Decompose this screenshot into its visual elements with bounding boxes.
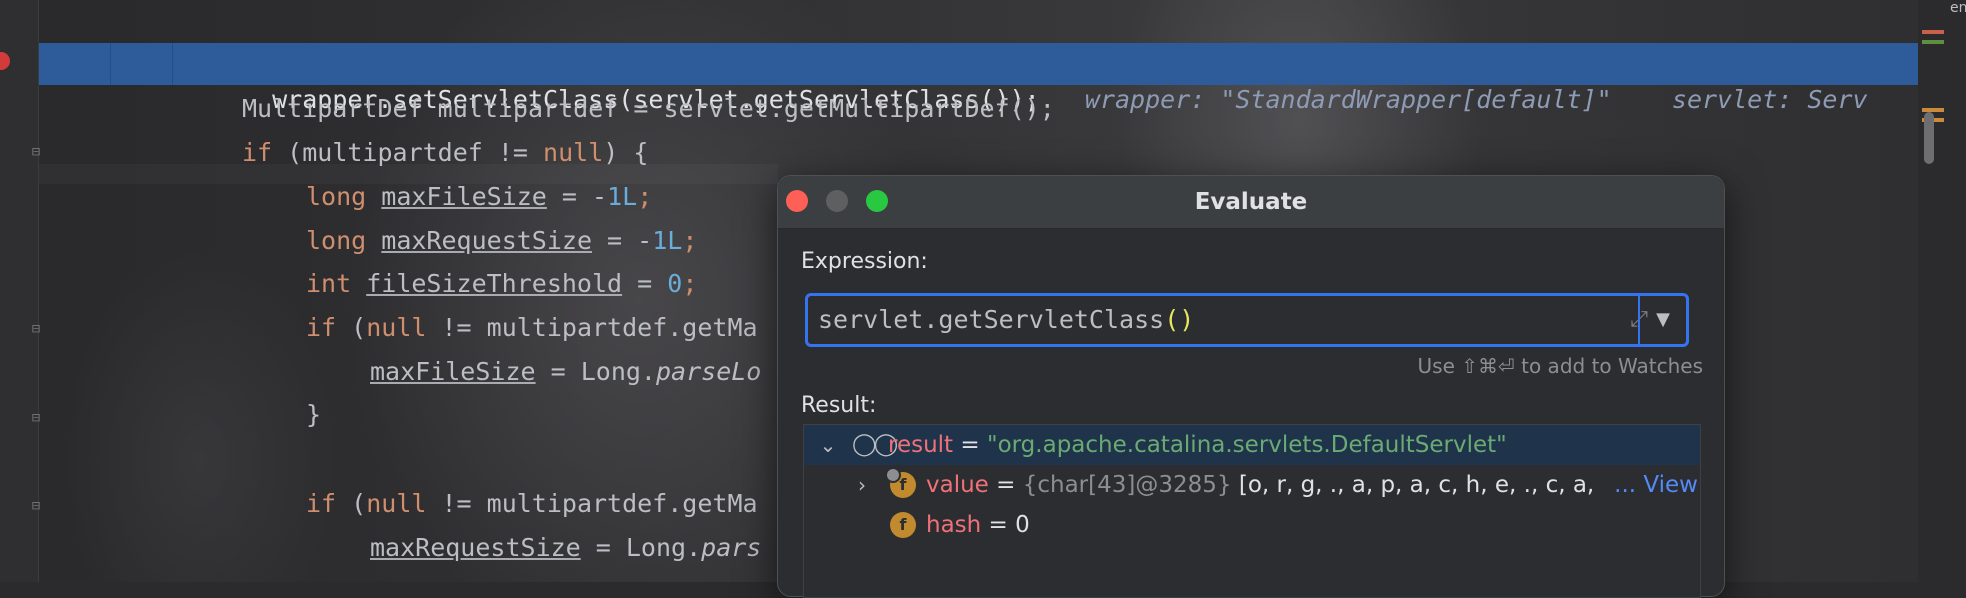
fold-marker-icon[interactable]: ⊟ bbox=[28, 142, 44, 162]
editor-gutter[interactable]: ⊟ ⊟ ⊟ ⊟ bbox=[0, 0, 40, 582]
view-link[interactable]: ... View bbox=[1610, 465, 1698, 505]
code-keyword: null bbox=[366, 489, 427, 518]
expression-parens: () bbox=[1164, 305, 1195, 334]
field-entry: hash = 0 bbox=[926, 505, 1030, 545]
code-text: (multipartdef != bbox=[272, 138, 544, 167]
result-tree[interactable]: ⌄ ◯◯ result = "org.apache.catalina.servl… bbox=[803, 424, 1701, 598]
expression-prefix: servlet.getServletClass bbox=[818, 305, 1165, 334]
dialog-titlebar[interactable]: Evaluate bbox=[778, 176, 1724, 229]
scrollbar-thumb[interactable] bbox=[1924, 112, 1934, 164]
code-line-7[interactable]: if (null != multipartdef.getMa bbox=[306, 310, 758, 346]
code-line-3[interactable]: if (multipartdef != null) { bbox=[242, 135, 648, 171]
expand-chevron-icon[interactable]: › bbox=[852, 465, 872, 505]
code-keyword: long bbox=[306, 182, 367, 211]
history-dropdown-button[interactable]: ▼ bbox=[1640, 296, 1686, 344]
code-text: ; bbox=[637, 182, 653, 211]
code-text: ( bbox=[336, 489, 367, 518]
result-tree-row[interactable]: › f value = {char[43]@3285} [o, r, g, .,… bbox=[804, 465, 1700, 505]
code-line-6[interactable]: int fileSizeThreshold = 0; bbox=[306, 266, 697, 302]
warning-marker-icon[interactable] bbox=[1922, 108, 1944, 112]
code-text: = bbox=[622, 269, 668, 298]
result-name: result bbox=[888, 432, 954, 458]
add-to-watches-hint: Use ⇧⌘⏎ to add to Watches bbox=[1417, 354, 1703, 378]
code-text: = Long. bbox=[580, 533, 702, 562]
result-tree-root-row[interactable]: ⌄ ◯◯ result = "org.apache.catalina.servl… bbox=[804, 425, 1700, 465]
field-icon: f bbox=[890, 512, 916, 538]
code-text: = Long. bbox=[535, 357, 656, 386]
field-name: hash bbox=[926, 512, 982, 538]
code-line-11[interactable]: if (null != multipartdef.getMa bbox=[306, 486, 758, 522]
fold-marker-icon[interactable]: ⊟ bbox=[28, 496, 44, 516]
code-variable: maxRequestSize bbox=[370, 533, 581, 562]
code-type: MultipartDef bbox=[242, 94, 423, 123]
field-type: {char[43]@3285} bbox=[1022, 472, 1232, 498]
field-value: 0 bbox=[1015, 512, 1030, 538]
side-panel-label[interactable]: en bbox=[1950, 0, 1966, 16]
code-text: = - bbox=[546, 182, 608, 211]
code-text: = - bbox=[592, 226, 653, 255]
code-variable: maxRequestSize bbox=[381, 226, 592, 255]
code-text: multipartdef = servlet.getMultipartDef()… bbox=[422, 94, 1055, 123]
code-text: } bbox=[306, 400, 322, 429]
code-line-4[interactable]: long maxFileSize = -1L; bbox=[306, 179, 652, 215]
result-tree-row[interactable]: f hash = 0 bbox=[804, 505, 1700, 545]
result-label: Result: bbox=[801, 393, 877, 418]
code-text: ; bbox=[682, 269, 698, 298]
code-keyword: null bbox=[366, 313, 427, 342]
code-text: ( bbox=[336, 313, 367, 342]
code-text: ; bbox=[682, 226, 698, 255]
code-line-5[interactable]: long maxRequestSize = -1L; bbox=[306, 223, 697, 259]
result-value: "org.apache.catalina.servlets.DefaultSer… bbox=[986, 432, 1507, 458]
field-value: [o, r, g, ., a, p, a, c, h, e, ., c, a, bbox=[1231, 472, 1595, 498]
code-number: 0 bbox=[667, 269, 683, 298]
equals-sign: = bbox=[953, 432, 987, 458]
expression-input[interactable]: servlet.getServletClass() ⤢ ▼ bbox=[805, 293, 1689, 347]
code-number: 1L bbox=[607, 182, 638, 211]
code-line-1[interactable]: wrapper.setServletClass(servlet.getServl… bbox=[242, 46, 1867, 114]
code-keyword: if bbox=[306, 313, 337, 342]
code-keyword: int bbox=[306, 269, 352, 298]
field-icon: f bbox=[885, 467, 916, 498]
change-marker-icon[interactable] bbox=[1922, 40, 1944, 44]
code-keyword: if bbox=[242, 138, 273, 167]
inline-debug-hint: wrapper: "StandardWrapper[default]" bbox=[1084, 85, 1612, 114]
field-name: value bbox=[926, 472, 989, 498]
inline-debug-hint: servlet: Serv bbox=[1671, 85, 1868, 114]
code-call: parseLo bbox=[656, 357, 762, 386]
expression-label: Expression: bbox=[801, 249, 928, 274]
code-variable: maxFileSize bbox=[370, 357, 536, 386]
code-variable: maxFileSize bbox=[381, 182, 547, 211]
field-badge-letter: f bbox=[899, 515, 907, 534]
evaluate-dialog: Evaluate Expression: servlet.getServletC… bbox=[777, 175, 1725, 598]
result-entry: result = "org.apache.catalina.servlets.D… bbox=[888, 425, 1507, 465]
expression-text[interactable]: servlet.getServletClass() bbox=[818, 296, 1194, 344]
code-text: != multipartdef.getMa bbox=[426, 313, 758, 342]
code-text: != multipartdef.getMa bbox=[426, 489, 758, 518]
code-line-9[interactable]: } bbox=[306, 397, 321, 433]
dialog-title: Evaluate bbox=[1194, 189, 1308, 215]
code-keyword: long bbox=[306, 226, 367, 255]
collapse-chevron-icon[interactable]: ⌄ bbox=[818, 425, 838, 465]
code-variable: fileSizeThreshold bbox=[366, 269, 623, 298]
code-text: ) { bbox=[603, 138, 649, 167]
code-line-2[interactable]: MultipartDef multipartdef = servlet.getM… bbox=[242, 91, 1055, 127]
code-call: pars bbox=[701, 533, 762, 562]
fold-marker-icon[interactable]: ⊟ bbox=[28, 408, 44, 428]
field-badge-letter: f bbox=[899, 475, 907, 494]
fold-marker-icon[interactable]: ⊟ bbox=[28, 319, 44, 339]
code-line-12[interactable]: maxRequestSize = Long.pars bbox=[370, 530, 761, 566]
code-keyword: if bbox=[306, 489, 337, 518]
error-marker-icon[interactable] bbox=[1922, 30, 1944, 34]
equals-sign: = bbox=[981, 512, 1016, 538]
code-number: 1L bbox=[652, 226, 683, 255]
equals-sign: = bbox=[988, 472, 1023, 498]
field-entry: value = {char[43]@3285} [o, r, g, ., a, … bbox=[926, 465, 1594, 505]
editor-scrollbar[interactable] bbox=[1918, 0, 1966, 582]
code-line-8[interactable]: maxFileSize = Long.parseLo bbox=[370, 354, 761, 390]
code-keyword: null bbox=[543, 138, 604, 167]
